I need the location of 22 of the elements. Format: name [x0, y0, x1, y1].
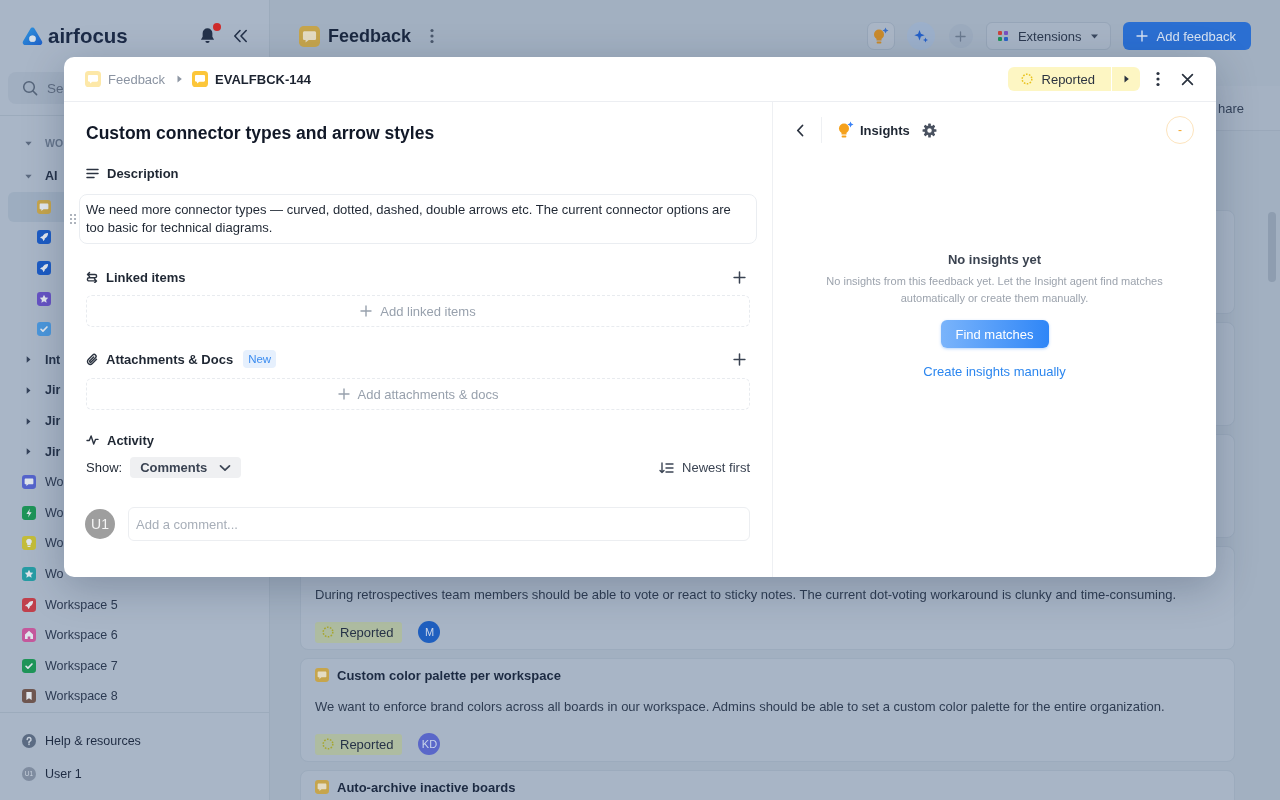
logo-wordmark: airfocus	[48, 24, 128, 48]
empty-state-title: No insights yet	[947, 251, 1042, 269]
show-label: Show:	[86, 460, 123, 475]
section-heading: Linked items	[106, 269, 186, 285]
user-avatar: U1	[85, 509, 115, 539]
card-description: During retrospectives team members should be able to vote or react to sticky notes. The current dot-voting workaround is clunky and time-consuming.	[315, 586, 1178, 604]
user-avatar: KD	[418, 733, 441, 755]
page-title: Feedback	[328, 25, 412, 47]
card-title: Custom color palette per workspace	[337, 667, 561, 683]
new-badge: New	[243, 350, 277, 368]
section-heading: Description	[107, 165, 179, 181]
section-heading: Activity	[107, 432, 154, 448]
section-heading: Attachments & Docs	[106, 351, 234, 367]
user-avatar: M	[418, 621, 441, 643]
empty-state-text: No insights from this feedback yet. Let the Insight agent find matches automatically or create them manually.	[825, 273, 1164, 306]
feedback-title: Custom connector types and arrow styles	[86, 122, 436, 145]
item-id: EVALFBCK-144	[215, 71, 311, 87]
status-label: Reported	[340, 624, 394, 640]
status-label: Reported	[340, 736, 394, 752]
card-title: Auto-archive inactive boards	[337, 779, 516, 795]
card-description: We want to enforce brand colors across all boards in our workspace. Admins should be able to set a custom color palette for the entire organization.	[315, 698, 1166, 716]
panel-title: Insights	[860, 122, 910, 138]
